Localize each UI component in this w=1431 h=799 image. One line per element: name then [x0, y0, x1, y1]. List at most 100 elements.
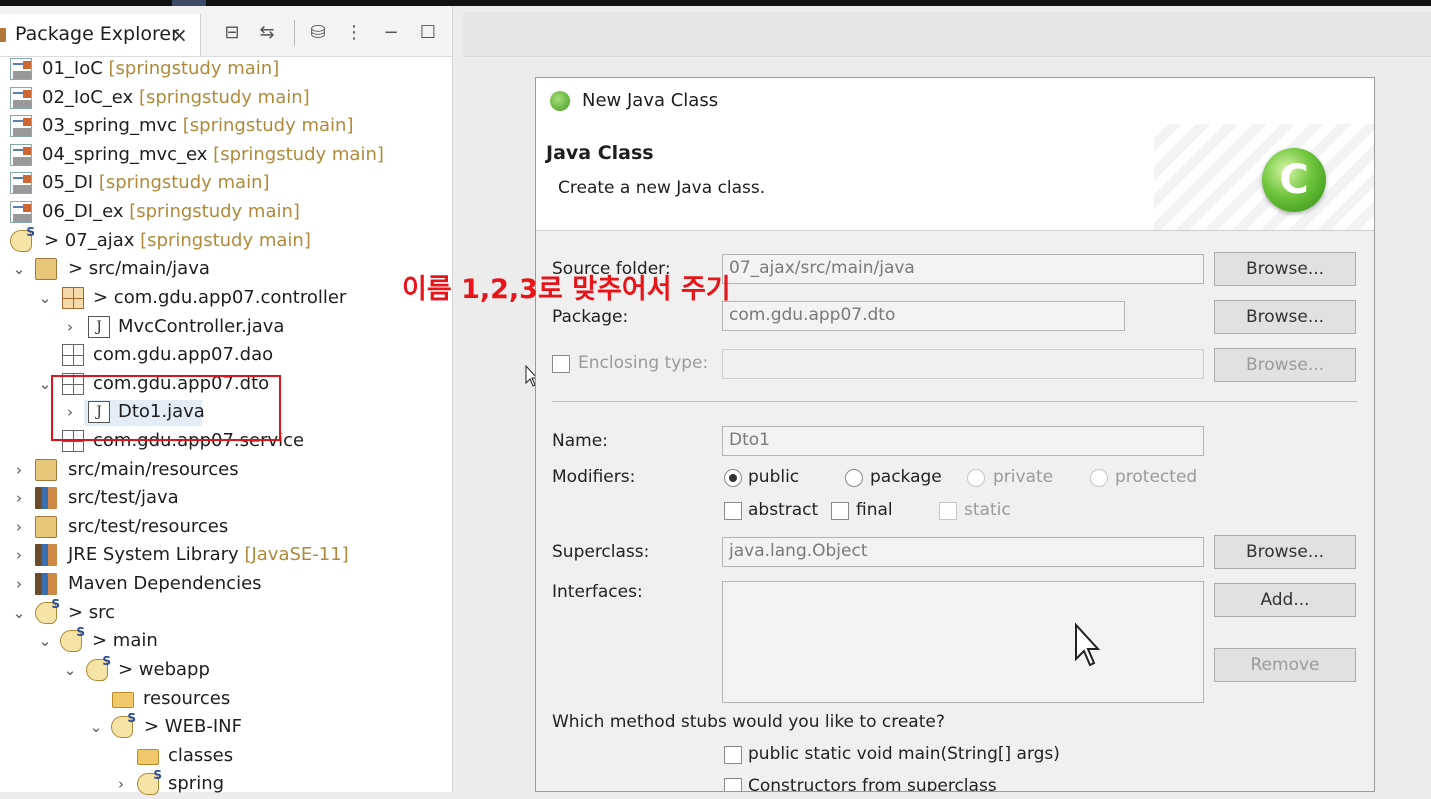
browse-source-folder-button[interactable]: Browse...: [1214, 252, 1356, 286]
tree-item-selected[interactable]: › J Dto1.java: [0, 399, 452, 427]
link-with-editor-icon[interactable]: ⇆: [254, 20, 280, 46]
tree-item[interactable]: ⌄ > src: [0, 597, 452, 628]
tree-item-label: 01_IoC: [42, 58, 103, 79]
tree-item-label: 03_spring_mvc: [42, 115, 178, 136]
chevron-right-icon[interactable]: ›: [61, 401, 79, 423]
tree-item[interactable]: ⌄ > main: [0, 625, 452, 656]
tree-item-label: > webapp: [118, 659, 210, 680]
chevron-down-icon[interactable]: ⌄: [36, 287, 54, 309]
chevron-right-icon[interactable]: ›: [10, 573, 28, 595]
constructors-stub-checkbox[interactable]: [724, 778, 742, 791]
abstract-checkbox[interactable]: [724, 502, 742, 520]
tree-item-sublabel: [springstudy main]: [129, 201, 300, 222]
tree-item[interactable]: › src/main/resources: [0, 457, 452, 485]
tree-item-label: > src: [68, 602, 116, 623]
maven-project-icon: [10, 144, 32, 166]
tree-item[interactable]: ⌄ > WEB-INF: [0, 711, 452, 742]
filter-icon[interactable]: ⛁: [305, 20, 331, 46]
private-radio: [967, 469, 985, 487]
minimize-icon[interactable]: −: [378, 20, 404, 46]
tree-item[interactable]: › src/test/java: [0, 485, 452, 513]
public-radio[interactable]: [724, 469, 742, 487]
final-checkbox[interactable]: [831, 502, 849, 520]
chevron-down-icon[interactable]: ⌄: [87, 716, 105, 738]
chevron-down-icon[interactable]: ⌄: [61, 659, 79, 681]
tree-item-label: 04_spring_mvc_ex: [42, 144, 208, 165]
tree-item[interactable]: › JRE System Library [JavaSE-11]: [0, 542, 452, 570]
folder-icon: [35, 597, 60, 624]
enclosing-type-checkbox[interactable]: [552, 355, 570, 373]
folder-icon: [112, 692, 134, 708]
browse-superclass-button[interactable]: Browse...: [1214, 535, 1356, 569]
tree-item-label: > src/main/java: [68, 258, 210, 279]
view-menu-icon[interactable]: ⋮: [341, 20, 367, 46]
tree-item[interactable]: com.gdu.app07.dao: [0, 342, 452, 370]
chevron-down-icon[interactable]: ⌄: [10, 258, 28, 280]
dialog-separator: [552, 401, 1357, 402]
tree-item[interactable]: 04_spring_mvc_ex [springstudy main]: [0, 142, 452, 170]
chevron-right-icon[interactable]: ›: [10, 487, 28, 509]
tab-package-explorer[interactable]: Package Explorer ×: [0, 14, 201, 56]
tree-item[interactable]: classes: [0, 743, 452, 771]
tree-item[interactable]: 06_DI_ex [springstudy main]: [0, 199, 452, 227]
tree-item[interactable]: > 07_ajax [springstudy main]: [0, 225, 452, 256]
interfaces-list[interactable]: [722, 581, 1204, 703]
tree-item[interactable]: 03_spring_mvc [springstudy main]: [0, 113, 452, 141]
spring-project-icon: [10, 225, 35, 252]
maven-project-icon: [10, 115, 32, 137]
tree-item[interactable]: › Maven Dependencies: [0, 571, 452, 599]
collapse-all-icon[interactable]: ⊟: [219, 20, 245, 46]
add-interface-button[interactable]: Add...: [1214, 583, 1356, 617]
tree-item-sublabel: [springstudy main]: [182, 115, 354, 136]
tree-item-sublabel: [springstudy main]: [213, 144, 384, 165]
chevron-right-icon[interactable]: ›: [10, 459, 28, 481]
tree-item[interactable]: ⌄ > src/main/java: [0, 256, 452, 284]
tree-item-label: com.gdu.app07.dao: [93, 344, 274, 365]
package-label: Package:: [552, 307, 629, 327]
tree-item[interactable]: ⌄ > com.gdu.app07.controller: [0, 285, 452, 313]
tree-item[interactable]: › J MvcController.java: [0, 314, 452, 342]
superclass-field[interactable]: java.lang.Object: [722, 537, 1204, 567]
tree-item-label: spring: [168, 773, 225, 794]
name-field[interactable]: Dto1: [722, 426, 1204, 456]
chevron-right-icon[interactable]: ›: [10, 516, 28, 538]
source-folder-field[interactable]: 07_ajax/src/main/java: [722, 254, 1204, 284]
tree-item-label: Dto1.java: [118, 401, 205, 422]
dialog-titlebar: New Java Class: [536, 78, 1374, 124]
name-label: Name:: [552, 431, 608, 451]
toolbar-separator: [294, 20, 295, 46]
chevron-down-icon[interactable]: ⌄: [36, 630, 54, 652]
chevron-down-icon[interactable]: ⌄: [10, 602, 28, 624]
tree-item[interactable]: › src/test/resources: [0, 514, 452, 542]
package-radio[interactable]: [845, 469, 863, 487]
package-icon: [62, 373, 84, 395]
tree-item[interactable]: ⌄ > webapp: [0, 654, 452, 685]
tree-item-sublabel: [springstudy main]: [108, 58, 280, 79]
new-java-class-dialog: New Java Class Java Class Create a new J…: [535, 77, 1375, 792]
tree-item[interactable]: 05_DI [springstudy main]: [0, 170, 452, 198]
main-stub-checkbox[interactable]: [724, 746, 742, 764]
chevron-right-icon[interactable]: ›: [61, 316, 79, 338]
header-title: Java Class: [546, 142, 654, 164]
tree-item[interactable]: 02_IoC_ex [springstudy main]: [0, 85, 452, 113]
tree-item[interactable]: ›spring: [0, 768, 452, 799]
tree-item-label: 02_IoC_ex: [42, 87, 134, 108]
static-checkbox: [939, 502, 957, 520]
tree-item[interactable]: ⌄ com.gdu.app07.dto: [0, 371, 452, 399]
tree-item[interactable]: 01_IoC [springstudy main]: [0, 56, 452, 84]
final-label: final: [856, 500, 893, 520]
tree-item[interactable]: resources: [0, 686, 452, 714]
chevron-down-icon[interactable]: ⌄: [36, 373, 54, 395]
tree-item-label: 06_DI_ex: [42, 201, 124, 222]
chevron-right-icon[interactable]: ›: [10, 544, 28, 566]
tree-item[interactable]: com.gdu.app07.service: [0, 428, 452, 456]
package-field[interactable]: com.gdu.app07.dto: [722, 301, 1125, 331]
view-tab-bar: Package Explorer × ⊟ ⇆ ⛁ ⋮ − ☐: [0, 6, 452, 57]
maximize-icon[interactable]: ☐: [415, 20, 441, 46]
tree-item-label: > WEB-INF: [144, 716, 242, 737]
tree-item-label: src/test/resources: [68, 516, 229, 537]
modifiers-label: Modifiers:: [552, 467, 636, 487]
close-icon[interactable]: ×: [171, 23, 188, 47]
browse-package-button[interactable]: Browse...: [1214, 300, 1356, 334]
tree-item-label: > 07_ajax: [44, 230, 135, 251]
